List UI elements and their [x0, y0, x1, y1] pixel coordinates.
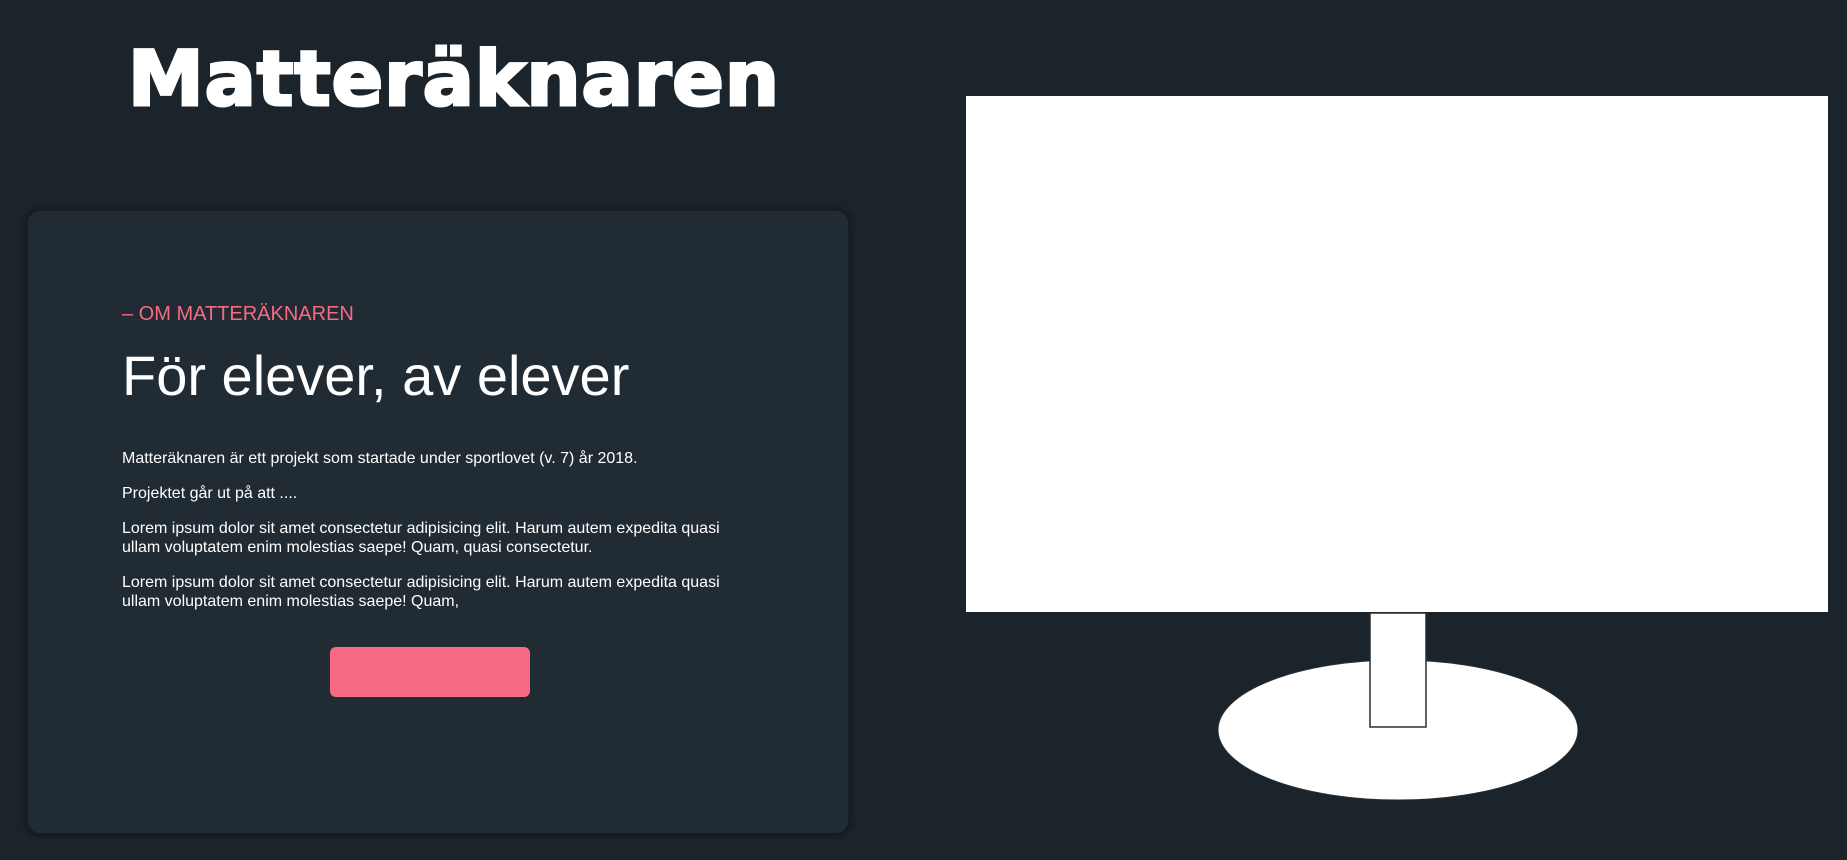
- about-card: – OM MATTERÄKNAREN För elever, av elever…: [26, 209, 850, 835]
- about-paragraph: Lorem ipsum dolor sit amet consectetur a…: [122, 520, 720, 556]
- site-title: Matteräknaren: [127, 33, 781, 125]
- monitor-screen: [966, 96, 1828, 612]
- monitor-stand: [1369, 612, 1427, 728]
- about-paragraph: Lorem ipsum dolor sit amet consectetur a…: [122, 574, 720, 610]
- about-body: Matteräknaren är ett projekt som startad…: [122, 449, 722, 627]
- monitor-icon: [966, 96, 1828, 800]
- about-heading: För elever, av elever: [122, 344, 630, 407]
- read-more-button[interactable]: [330, 647, 530, 697]
- monitor-illustration: [966, 96, 1830, 800]
- about-eyebrow: – OM MATTERÄKNAREN: [122, 303, 354, 325]
- about-paragraph: Matteräknaren är ett projekt som startad…: [122, 450, 638, 467]
- about-paragraph: Projektet går ut på att ....: [122, 485, 298, 502]
